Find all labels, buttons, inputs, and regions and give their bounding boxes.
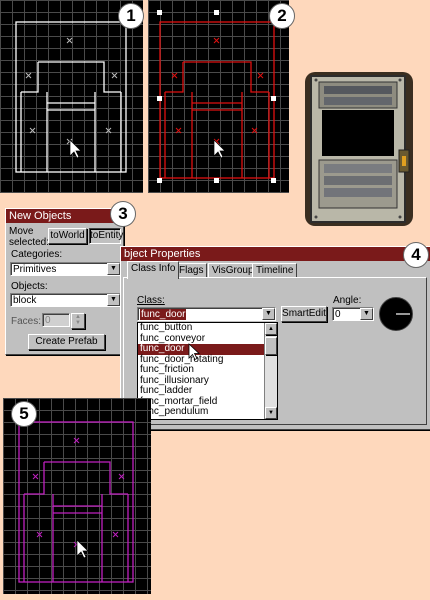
object-properties-window: bject Properties Class Info Flags VisGro…: [120, 246, 430, 430]
chevron-down-icon[interactable]: ▼: [360, 308, 373, 320]
chevron-down-icon[interactable]: ▼: [107, 263, 120, 275]
tab-class-info[interactable]: Class Info: [127, 261, 180, 279]
list-item[interactable]: func_ladder: [138, 385, 264, 397]
class-select[interactable]: func_door ▼: [137, 307, 276, 321]
viewport-2[interactable]: [148, 0, 289, 193]
arrow-cursor-icon: [76, 539, 89, 559]
chevron-down-icon[interactable]: ▼: [262, 308, 275, 320]
arrow-cursor-icon: [188, 343, 201, 361]
selection-handles: [157, 10, 276, 183]
tab-flags[interactable]: Flags: [175, 263, 208, 278]
tab-visgroup[interactable]: VisGroup: [208, 263, 258, 278]
object-properties-title: bject Properties: [121, 247, 430, 261]
categories-label: Categories:: [11, 249, 63, 260]
door-wireframe-magenta: [18, 421, 134, 583]
objects-select[interactable]: block ▼: [10, 293, 121, 307]
list-item[interactable]: func_button: [138, 323, 264, 334]
faces-label: Faces:: [11, 316, 42, 327]
new-objects-window: New Objects Move selected: toWorld toEnt…: [5, 208, 124, 355]
step-badge-4: 4: [403, 242, 429, 268]
move-selected-label: Move selected:: [9, 226, 50, 248]
step-badge-3: 3: [110, 201, 136, 227]
door-wireframe-white: [15, 21, 127, 173]
class-label: Class:: [137, 295, 165, 306]
step-badge-1: 1: [118, 3, 144, 29]
scroll-up-button[interactable]: ▲: [265, 323, 277, 335]
tab-timeline[interactable]: Timeline: [252, 263, 298, 278]
arrow-cursor-icon: [213, 139, 226, 159]
chevron-down-icon[interactable]: ▼: [107, 294, 120, 306]
categories-select[interactable]: Primitives ▼: [10, 262, 121, 276]
to-entity-button[interactable]: toEntity: [89, 228, 123, 244]
to-world-button[interactable]: toWorld: [48, 228, 87, 244]
door-texture-preview: [303, 70, 415, 228]
angle-select[interactable]: 0 ▼: [332, 307, 374, 321]
angle-label: Angle:: [333, 295, 362, 306]
scroll-down-button[interactable]: ▼: [265, 407, 277, 419]
step-badge-2: 2: [269, 3, 295, 29]
new-objects-title: New Objects: [6, 209, 123, 223]
list-item[interactable]: func_friction: [138, 364, 264, 376]
arrow-cursor-icon: [69, 139, 82, 159]
angle-dial-icon[interactable]: [379, 297, 413, 331]
smartedit-button[interactable]: SmartEdit: [281, 306, 327, 322]
list-scrollbar[interactable]: ▲ ▼: [264, 323, 277, 419]
faces-input[interactable]: 0: [42, 313, 70, 327]
faces-spinner[interactable]: ▲ ▼: [71, 313, 85, 329]
door-wireframe-red: [157, 10, 276, 183]
viewport-5[interactable]: [3, 398, 151, 594]
step-badge-5: 5: [11, 401, 37, 427]
viewport-1[interactable]: [0, 0, 143, 193]
create-prefab-button[interactable]: Create Prefab: [28, 334, 105, 350]
objects-label: Objects:: [11, 281, 48, 292]
class-dropdown-list[interactable]: func_button func_conveyor func_door func…: [137, 322, 278, 420]
list-item[interactable]: func_pendulum: [138, 406, 264, 418]
scroll-thumb[interactable]: [265, 337, 277, 355]
